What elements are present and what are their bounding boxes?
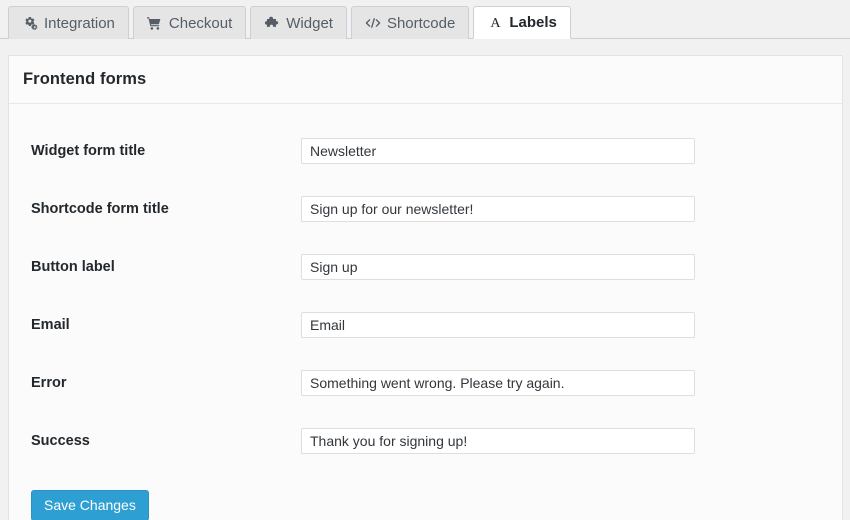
page-title: Frontend forms xyxy=(23,70,147,88)
shortcode-form-title-input[interactable] xyxy=(301,196,695,222)
code-brackets-icon xyxy=(365,15,381,31)
button-label-input[interactable] xyxy=(301,254,695,280)
tab-widget[interactable]: Widget xyxy=(250,6,347,39)
label-button-label: Button label xyxy=(31,259,115,275)
gears-icon xyxy=(22,15,38,31)
tab-label: Checkout xyxy=(168,14,233,32)
control-shortcode-form-title xyxy=(301,196,695,222)
control-email xyxy=(301,312,695,338)
form-row-widget-form-title: Widget form title xyxy=(23,122,828,180)
shopping-cart-icon xyxy=(147,15,163,31)
form-actions: Save Changes xyxy=(23,470,828,520)
label-success: Success xyxy=(31,433,90,449)
settings-tab-bar: Integration Checkout Widget Shortcode A … xyxy=(0,0,850,39)
widget-form-title-input[interactable] xyxy=(301,138,695,164)
svg-text:A: A xyxy=(490,15,501,30)
tab-label: Shortcode xyxy=(386,14,456,32)
text-format-icon: A xyxy=(487,15,503,31)
puzzle-piece-icon xyxy=(264,15,280,31)
form-row-success: Success xyxy=(23,412,828,470)
tab-checkout[interactable]: Checkout xyxy=(132,6,247,39)
tab-label: Integration xyxy=(44,14,115,32)
error-message-input[interactable] xyxy=(301,370,695,396)
tab-label: Widget xyxy=(286,14,333,32)
email-input[interactable] xyxy=(301,312,695,338)
label-shortcode-form-title: Shortcode form title xyxy=(31,201,169,217)
tab-label: Labels xyxy=(509,14,557,31)
control-success xyxy=(301,428,695,454)
panel-header: Frontend forms xyxy=(9,56,842,104)
control-button-label xyxy=(301,254,695,280)
form-row-error: Error xyxy=(23,354,828,412)
tab-integration[interactable]: Integration xyxy=(8,6,129,39)
success-message-input[interactable] xyxy=(301,428,695,454)
label-email: Email xyxy=(31,317,70,333)
label-widget-form-title: Widget form title xyxy=(31,143,146,159)
control-widget-form-title xyxy=(301,138,695,164)
form-row-email: Email xyxy=(23,296,828,354)
frontend-forms-panel: Frontend forms Widget form title Shortco… xyxy=(8,55,843,520)
tab-shortcode[interactable]: Shortcode xyxy=(350,6,470,39)
control-error xyxy=(301,370,695,396)
form-row-shortcode-form-title: Shortcode form title xyxy=(23,180,828,238)
save-changes-button[interactable]: Save Changes xyxy=(31,490,149,520)
form-row-button-label: Button label xyxy=(23,238,828,296)
panel-body: Widget form title Shortcode form title B… xyxy=(9,104,842,520)
tab-labels[interactable]: A Labels xyxy=(473,6,571,39)
label-error: Error xyxy=(31,375,67,391)
